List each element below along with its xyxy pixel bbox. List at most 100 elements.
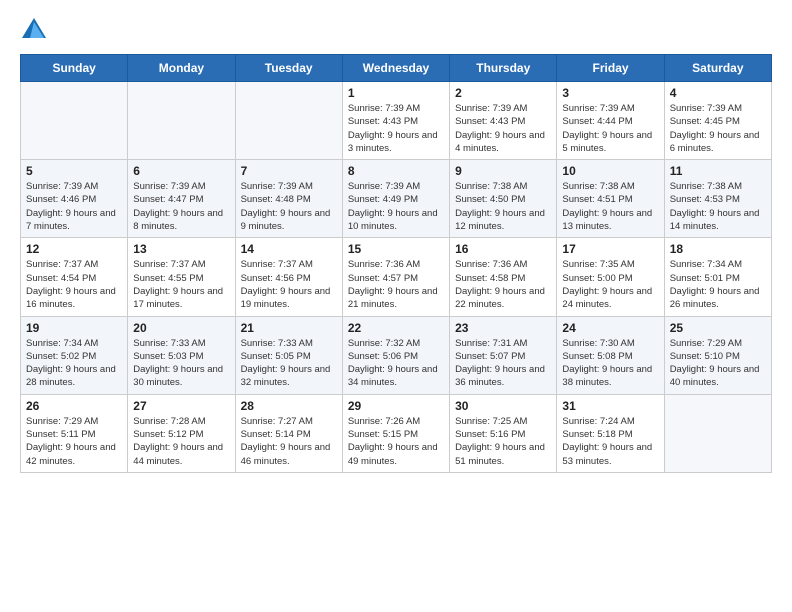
day-number: 7 <box>241 164 337 178</box>
calendar-cell: 4Sunrise: 7:39 AM Sunset: 4:45 PM Daylig… <box>664 82 771 160</box>
calendar-cell: 13Sunrise: 7:37 AM Sunset: 4:55 PM Dayli… <box>128 238 235 316</box>
day-number: 2 <box>455 86 551 100</box>
calendar-cell: 30 Sunrise: 7:25 AM Sunset: 5:16 PM Dayli… <box>450 394 557 472</box>
calendar-cell: 26 Sunrise: 7:29 AM Sunset: 5:11 PM Dayli… <box>21 394 128 472</box>
calendar-cell: 18 Sunrise: 7:34 AM Sunset: 5:01 PM Dayli… <box>664 238 771 316</box>
day-number: 3 <box>562 86 658 100</box>
day-number: 1 <box>348 86 444 100</box>
day-number: 23 <box>455 321 551 335</box>
logo-icon <box>20 16 48 44</box>
calendar-cell: 25Sunrise: 7:29 AM Sunset: 5:10 PM Dayli… <box>664 316 771 394</box>
calendar-cell: 9 Sunrise: 7:38 AM Sunset: 4:50 PM Daylig… <box>450 160 557 238</box>
day-info: Sunrise: 7:34 AM Sunset: 5:01 PM Dayligh… <box>670 258 766 311</box>
day-number: 19 <box>26 321 122 335</box>
day-number: 30 <box>455 399 551 413</box>
day-number: 8 <box>348 164 444 178</box>
weekday-header: Sunday <box>21 55 128 82</box>
day-number: 18 <box>670 242 766 256</box>
calendar-cell: 16 Sunrise: 7:36 AM Sunset: 4:58 PM Dayli… <box>450 238 557 316</box>
day-info: Sunrise: 7:37 AM Sunset: 4:54 PM Dayligh… <box>26 258 122 311</box>
weekday-header: Thursday <box>450 55 557 82</box>
calendar-cell: 10 Sunrise: 7:38 AM Sunset: 4:51 PM Dayli… <box>557 160 664 238</box>
day-number: 29 <box>348 399 444 413</box>
day-number: 28 <box>241 399 337 413</box>
day-info: Sunrise: 7:26 AM Sunset: 5:15 PM Dayligh… <box>348 415 444 468</box>
weekday-header: Wednesday <box>342 55 449 82</box>
day-number: 16 <box>455 242 551 256</box>
weekday-header: Friday <box>557 55 664 82</box>
day-number: 11 <box>670 164 766 178</box>
day-number: 14 <box>241 242 337 256</box>
header <box>20 16 772 44</box>
day-info: Sunrise: 7:39 AM Sunset: 4:47 PM Dayligh… <box>133 180 229 233</box>
day-info: Sunrise: 7:39 AM Sunset: 4:43 PM Dayligh… <box>348 102 444 155</box>
calendar-cell <box>21 82 128 160</box>
weekday-header: Tuesday <box>235 55 342 82</box>
day-number: 12 <box>26 242 122 256</box>
calendar-cell: 24 Sunrise: 7:30 AM Sunset: 5:08 PM Dayli… <box>557 316 664 394</box>
day-info: Sunrise: 7:39 AM Sunset: 4:45 PM Dayligh… <box>670 102 766 155</box>
day-number: 25 <box>670 321 766 335</box>
calendar-cell: 12 Sunrise: 7:37 AM Sunset: 4:54 PM Dayli… <box>21 238 128 316</box>
day-info: Sunrise: 7:39 AM Sunset: 4:43 PM Dayligh… <box>455 102 551 155</box>
calendar-cell: 23 Sunrise: 7:31 AM Sunset: 5:07 PM Dayli… <box>450 316 557 394</box>
calendar-cell: 3 Sunrise: 7:39 AM Sunset: 4:44 PM Daylig… <box>557 82 664 160</box>
calendar-cell: 29 Sunrise: 7:26 AM Sunset: 5:15 PM Dayli… <box>342 394 449 472</box>
day-info: Sunrise: 7:36 AM Sunset: 4:57 PM Dayligh… <box>348 258 444 311</box>
day-number: 17 <box>562 242 658 256</box>
day-info: Sunrise: 7:25 AM Sunset: 5:16 PM Dayligh… <box>455 415 551 468</box>
day-number: 22 <box>348 321 444 335</box>
day-number: 26 <box>26 399 122 413</box>
day-info: Sunrise: 7:28 AM Sunset: 5:12 PM Dayligh… <box>133 415 229 468</box>
calendar-cell: 19 Sunrise: 7:34 AM Sunset: 5:02 PM Dayli… <box>21 316 128 394</box>
day-info: Sunrise: 7:39 AM Sunset: 4:48 PM Dayligh… <box>241 180 337 233</box>
day-info: Sunrise: 7:36 AM Sunset: 4:58 PM Dayligh… <box>455 258 551 311</box>
day-number: 24 <box>562 321 658 335</box>
day-info: Sunrise: 7:37 AM Sunset: 4:55 PM Dayligh… <box>133 258 229 311</box>
calendar-cell: 14Sunrise: 7:37 AM Sunset: 4:56 PM Dayli… <box>235 238 342 316</box>
day-info: Sunrise: 7:39 AM Sunset: 4:49 PM Dayligh… <box>348 180 444 233</box>
calendar-week-row: 1 Sunrise: 7:39 AM Sunset: 4:43 PM Daylig… <box>21 82 772 160</box>
day-info: Sunrise: 7:39 AM Sunset: 4:44 PM Dayligh… <box>562 102 658 155</box>
calendar-cell: 22 Sunrise: 7:32 AM Sunset: 5:06 PM Dayli… <box>342 316 449 394</box>
calendar-week-row: 19 Sunrise: 7:34 AM Sunset: 5:02 PM Dayli… <box>21 316 772 394</box>
day-number: 20 <box>133 321 229 335</box>
page: SundayMondayTuesdayWednesdayThursdayFrid… <box>0 0 792 612</box>
calendar-cell: 15 Sunrise: 7:36 AM Sunset: 4:57 PM Dayli… <box>342 238 449 316</box>
calendar-cell: 27 Sunrise: 7:28 AM Sunset: 5:12 PM Dayli… <box>128 394 235 472</box>
calendar-week-row: 12 Sunrise: 7:37 AM Sunset: 4:54 PM Dayli… <box>21 238 772 316</box>
calendar-cell: 5 Sunrise: 7:39 AM Sunset: 4:46 PM Daylig… <box>21 160 128 238</box>
day-info: Sunrise: 7:34 AM Sunset: 5:02 PM Dayligh… <box>26 337 122 390</box>
day-info: Sunrise: 7:33 AM Sunset: 5:03 PM Dayligh… <box>133 337 229 390</box>
day-number: 9 <box>455 164 551 178</box>
calendar-cell: 8 Sunrise: 7:39 AM Sunset: 4:49 PM Daylig… <box>342 160 449 238</box>
calendar-week-row: 5 Sunrise: 7:39 AM Sunset: 4:46 PM Daylig… <box>21 160 772 238</box>
logo <box>20 16 52 44</box>
calendar-cell: 31Sunrise: 7:24 AM Sunset: 5:18 PM Dayli… <box>557 394 664 472</box>
calendar-cell <box>664 394 771 472</box>
day-info: Sunrise: 7:30 AM Sunset: 5:08 PM Dayligh… <box>562 337 658 390</box>
day-number: 21 <box>241 321 337 335</box>
calendar-cell: 1 Sunrise: 7:39 AM Sunset: 4:43 PM Daylig… <box>342 82 449 160</box>
day-info: Sunrise: 7:39 AM Sunset: 4:46 PM Dayligh… <box>26 180 122 233</box>
day-info: Sunrise: 7:29 AM Sunset: 5:11 PM Dayligh… <box>26 415 122 468</box>
day-number: 27 <box>133 399 229 413</box>
calendar-cell: 2 Sunrise: 7:39 AM Sunset: 4:43 PM Daylig… <box>450 82 557 160</box>
day-info: Sunrise: 7:38 AM Sunset: 4:53 PM Dayligh… <box>670 180 766 233</box>
day-info: Sunrise: 7:31 AM Sunset: 5:07 PM Dayligh… <box>455 337 551 390</box>
calendar-week-row: 26 Sunrise: 7:29 AM Sunset: 5:11 PM Dayli… <box>21 394 772 472</box>
day-info: Sunrise: 7:33 AM Sunset: 5:05 PM Dayligh… <box>241 337 337 390</box>
day-number: 15 <box>348 242 444 256</box>
day-info: Sunrise: 7:27 AM Sunset: 5:14 PM Dayligh… <box>241 415 337 468</box>
calendar-cell: 11 Sunrise: 7:38 AM Sunset: 4:53 PM Dayli… <box>664 160 771 238</box>
day-info: Sunrise: 7:38 AM Sunset: 4:50 PM Dayligh… <box>455 180 551 233</box>
calendar-cell <box>128 82 235 160</box>
calendar-cell: 21 Sunrise: 7:33 AM Sunset: 5:05 PM Dayli… <box>235 316 342 394</box>
day-info: Sunrise: 7:32 AM Sunset: 5:06 PM Dayligh… <box>348 337 444 390</box>
calendar-cell: 17Sunrise: 7:35 AM Sunset: 5:00 PM Dayli… <box>557 238 664 316</box>
day-number: 10 <box>562 164 658 178</box>
weekday-header-row: SundayMondayTuesdayWednesdayThursdayFrid… <box>21 55 772 82</box>
day-info: Sunrise: 7:38 AM Sunset: 4:51 PM Dayligh… <box>562 180 658 233</box>
day-number: 5 <box>26 164 122 178</box>
calendar-cell: 7 Sunrise: 7:39 AM Sunset: 4:48 PM Daylig… <box>235 160 342 238</box>
